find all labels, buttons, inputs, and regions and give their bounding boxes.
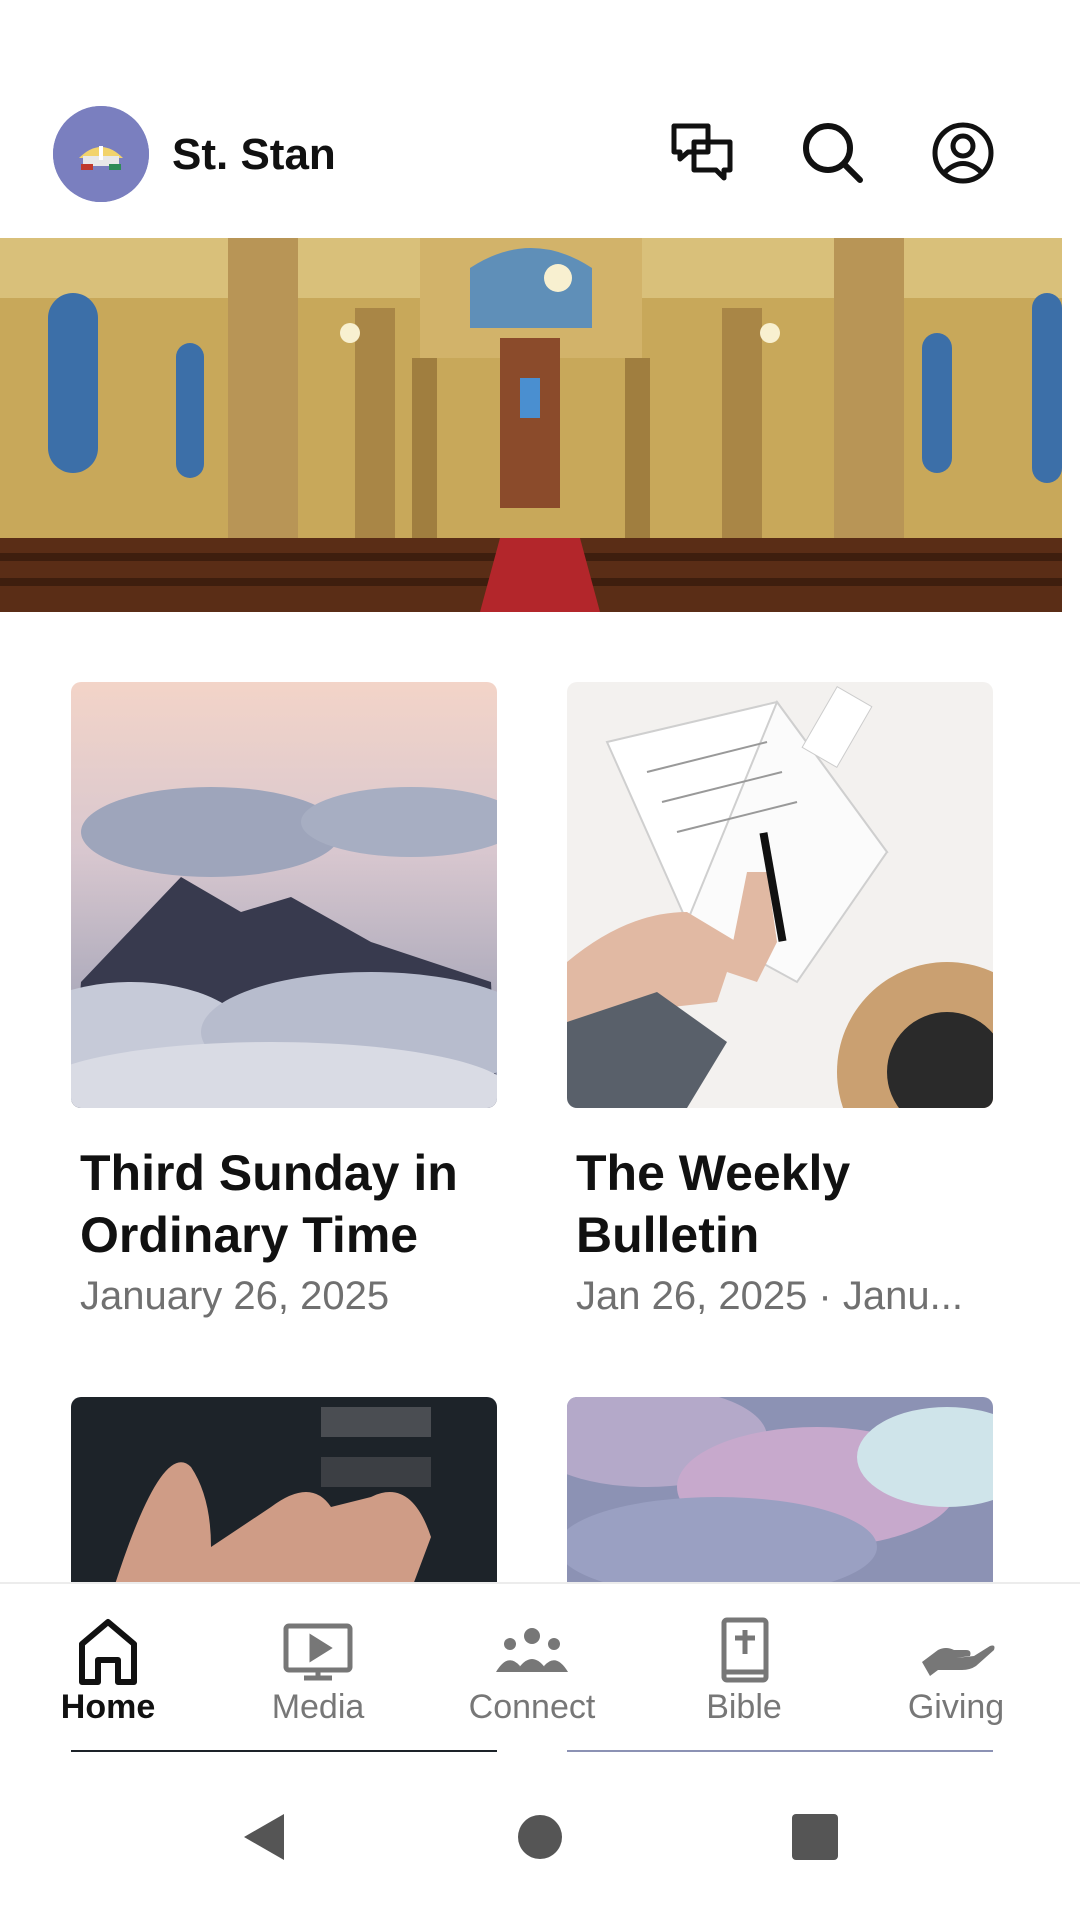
connect-icon <box>492 1616 572 1686</box>
search-icon[interactable] <box>798 118 868 188</box>
card-date: January 26, 2025 <box>80 1274 390 1318</box>
nav-label: Media <box>271 1688 365 1726</box>
nav-item-home[interactable]: Home <box>0 1584 216 1752</box>
home-icon <box>68 1616 148 1686</box>
giving-icon <box>916 1616 996 1686</box>
account-icon[interactable] <box>928 118 998 188</box>
app-header: St. Stan <box>0 100 1080 212</box>
mountains-clouds-image <box>71 682 497 1108</box>
back-icon[interactable] <box>230 1802 300 1872</box>
planner-hands-hat-image <box>567 682 993 1108</box>
nav-label: Bible <box>706 1688 782 1726</box>
card-date: Jan 26, 2025 · Janu... <box>576 1274 963 1318</box>
system-nav-bar <box>0 1752 1080 1920</box>
card-title: Third Sunday in Ordinary Time <box>80 1145 458 1263</box>
chat-icon[interactable] <box>668 118 738 188</box>
nav-item-giving[interactable]: Giving <box>848 1584 1064 1752</box>
card-sunday-reading[interactable]: Third Sunday in Ordinary Time January 26… <box>71 682 497 1319</box>
nav-item-connect[interactable]: Connect <box>424 1584 640 1752</box>
app-title: St. Stan <box>172 130 336 179</box>
card-image-mountains <box>71 682 497 1108</box>
media-icon <box>278 1616 358 1686</box>
card-title: The Weekly Bulletin <box>576 1145 851 1263</box>
church-interior-image <box>0 238 1062 612</box>
nav-item-bible[interactable]: Bible <box>636 1584 852 1752</box>
recents-icon[interactable] <box>780 1802 850 1872</box>
parish-logo-icon <box>53 106 149 202</box>
nav-item-media[interactable]: Media <box>210 1584 426 1752</box>
bible-icon <box>704 1616 784 1686</box>
nav-label: Connect <box>468 1688 596 1726</box>
nav-label: Giving <box>907 1688 1005 1726</box>
card-weekly-bulletin[interactable]: The Weekly Bulletin Jan 26, 2025 · Janu.… <box>567 682 993 1319</box>
home-circle-icon[interactable] <box>505 1802 575 1872</box>
avatar[interactable] <box>53 106 149 202</box>
bottom-nav: Home Media Connect Bible Giving <box>0 1582 1080 1750</box>
hero-image-church-interior[interactable] <box>0 238 1062 612</box>
card-image-planner <box>567 682 993 1108</box>
nav-label: Home <box>60 1688 156 1726</box>
